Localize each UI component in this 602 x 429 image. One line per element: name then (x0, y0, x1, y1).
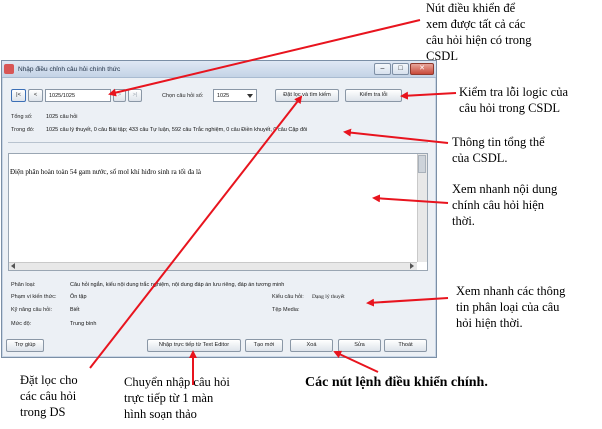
arrow-nav (108, 19, 421, 97)
note-summary: Thông tin tổng thể của CSDL. (452, 135, 545, 165)
note-class: Xem nhanh các thông tin phân loại của câ… (456, 284, 566, 330)
note-filter: Đặt lọc cho các câu hỏi trong DS (20, 373, 78, 419)
arrow-main (333, 350, 379, 373)
note-content: Xem nhanh nội dung chính câu hỏi hiện th… (452, 182, 558, 228)
note-nav: Nút điều khiển để xem được tất cả các câ… (426, 1, 532, 63)
note-main-buttons: Các nút lệnh điều khiển chính. (305, 375, 488, 390)
arrow-content (372, 194, 449, 204)
arrow-filter (89, 95, 303, 369)
arrow-summary (343, 128, 449, 144)
arrow-class (366, 297, 449, 307)
note-import: Chuyển nhập câu hỏi trực tiếp từ 1 màn h… (124, 375, 230, 421)
note-check: Kiểm tra lỗi logic của câu hỏi trong CSD… (459, 85, 568, 115)
arrow-check (400, 91, 457, 100)
